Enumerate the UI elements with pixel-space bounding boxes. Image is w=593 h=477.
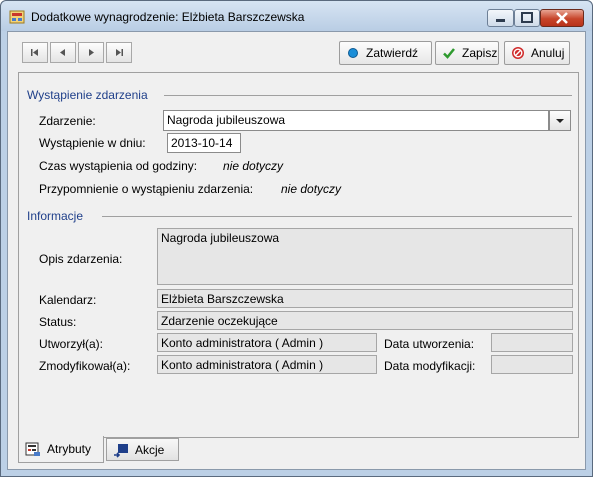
window-title: Dodatkowe wynagrodzenie: Elżbieta Barszc… [31,10,305,24]
green-check-icon [443,48,455,59]
actions-icon [114,443,128,458]
last-record-icon [116,49,123,56]
minimize-button[interactable] [487,9,514,27]
event-dropdown-button[interactable] [549,110,571,131]
description-field[interactable]: Nagroda jubileuszowa [157,228,573,285]
status-field[interactable]: Zdarzenie oczekujące [157,311,573,330]
dialog-window: Dodatkowe wynagrodzenie: Elżbieta Barszc… [0,0,593,477]
calendar-field[interactable]: Elżbieta Barszczewska [157,289,573,308]
event-select[interactable]: Nagroda jubileuszowa [163,110,549,131]
modified-date-label: Data modyfikacji: [384,359,476,373]
info-section-heading: Informacje [27,209,84,223]
confirm-button[interactable]: Zatwierdź [339,41,432,65]
previous-record-button[interactable] [50,42,76,63]
tab-attributes-label: Atrybuty [47,442,92,456]
date-label: Wystąpienie w dniu: [39,136,146,150]
calendar-label: Kalendarz: [39,293,97,307]
chevron-down-icon [556,119,564,123]
created-date-field[interactable] [491,333,573,352]
time-value: nie dotyczy [223,159,284,173]
modified-date-field[interactable] [491,355,573,374]
created-by-label: Utworzył(a): [39,337,104,351]
modified-by-field[interactable]: Konto administratora ( Admin ) [157,355,377,374]
section-divider [164,95,572,96]
maximize-button[interactable] [514,9,540,27]
modified-by-label: Zmodyfikował(a): [39,359,131,373]
description-label: Opis zdarzenia: [39,252,123,266]
tab-attributes[interactable]: Atrybuty [18,436,104,463]
dialog-client-area: Zatwierdź Zapisz Anuluj Wystąpienie zdar… [7,31,586,470]
maximize-icon [521,12,533,23]
event-label: Zdarzenie: [39,114,96,128]
last-record-button[interactable] [106,42,132,63]
blue-dot-icon [348,48,358,58]
first-record-icon [31,49,38,56]
date-field[interactable]: 2013-10-14 [167,133,241,153]
confirm-button-label: Zatwierdź [366,46,419,60]
next-record-button[interactable] [78,42,104,63]
reminder-value: nie dotyczy [281,182,342,196]
red-no-icon [512,47,524,59]
event-section-heading: Wystąpienie zdarzenia [27,88,148,102]
title-bar[interactable]: Dodatkowe wynagrodzenie: Elżbieta Barszc… [1,1,592,31]
created-date-label: Data utworzenia: [384,337,475,351]
first-record-button[interactable] [22,42,48,63]
tab-actions[interactable]: Akcje [106,438,179,461]
status-label: Status: [39,315,77,329]
reminder-label: Przypomnienie o wystąpieniu zdarzenia: [39,182,254,196]
tab-actions-label: Akcje [135,442,165,457]
next-record-icon [89,49,94,56]
attributes-icon [25,442,40,456]
time-label: Czas wystąpienia od godziny: [39,159,198,173]
section-divider [102,216,572,217]
close-icon [556,12,568,24]
cancel-button[interactable]: Anuluj [504,41,570,65]
save-button-label: Zapisz [462,46,498,60]
save-button[interactable]: Zapisz [435,41,499,65]
created-by-field[interactable]: Konto administratora ( Admin ) [157,333,377,352]
window-app-icon [9,10,25,24]
minimize-icon [496,19,505,22]
attributes-panel: Wystąpienie zdarzenia Zdarzenie: Nagroda… [18,72,579,438]
close-button[interactable] [540,9,584,27]
previous-record-icon [60,49,65,56]
cancel-button-label: Anuluj [531,46,565,60]
